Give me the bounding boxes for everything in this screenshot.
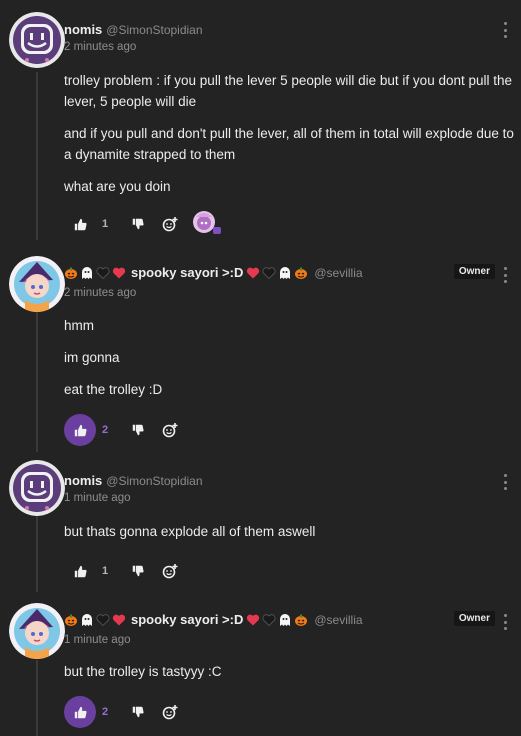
ghost-icon (82, 613, 92, 626)
red-heart-icon (112, 614, 126, 625)
author-row: spooky sayori >:D @sevillia (64, 612, 363, 627)
ghost-icon (280, 266, 291, 279)
dislike-button[interactable] (122, 414, 154, 446)
red-heart-icon (247, 267, 260, 278)
comment-actions: 2 (64, 413, 186, 447)
ghost-icon (280, 613, 291, 626)
pumpkin-icon (295, 267, 308, 279)
kebab-menu-icon[interactable] (502, 614, 508, 630)
thumbs-down-icon (132, 706, 144, 718)
comment-paragraph: what are you doin (64, 179, 171, 194)
black-heart-icon (96, 613, 110, 626)
comment-paragraph: but thats gonna explode all of them aswe… (64, 524, 316, 539)
comment-actions: 1 (64, 207, 224, 241)
add-reaction-button[interactable] (154, 208, 186, 240)
author-handle: @sevillia (314, 612, 363, 627)
thumbs-down-icon (132, 565, 144, 577)
thumbs-up-icon (74, 706, 87, 718)
comment-paragraph: hmm (64, 318, 94, 333)
add-reaction-icon (162, 564, 178, 579)
like-count: 1 (102, 565, 109, 577)
comment-body: but the trolley is tastyyy :C (64, 661, 514, 693)
thumbs-down-icon (132, 424, 144, 436)
add-reaction-button[interactable] (154, 414, 186, 446)
like-count: 1 (102, 218, 109, 230)
black-heart-icon (262, 613, 276, 626)
author-name[interactable]: nomis (64, 473, 102, 488)
red-heart-icon (247, 614, 260, 625)
pumpkin-icon (65, 614, 77, 626)
timestamp: 1 minute ago (64, 492, 131, 504)
comment-paragraph: eat the trolley :D (64, 382, 163, 397)
dislike-button[interactable] (122, 696, 154, 728)
like-count: 2 (102, 706, 109, 718)
owner-badge: Owner (453, 611, 495, 626)
author-row: nomis @SimonStopidian (64, 473, 203, 488)
black-heart-icon (96, 266, 110, 279)
comment-paragraph: im gonna (64, 350, 120, 365)
like-button[interactable] (64, 555, 96, 587)
comment: nomis @SimonStopidian 1 minute ago but t… (0, 454, 521, 599)
dislike-button[interactable] (122, 208, 154, 240)
thumbs-up-icon (74, 424, 87, 436)
author-handle: @sevillia (314, 265, 363, 280)
thumbs-down-icon (132, 218, 144, 230)
black-heart-icon (262, 266, 276, 279)
comment-paragraph: and if you pull and don't pull the lever… (64, 126, 514, 162)
comment: spooky sayori >:D @sevillia Owner 1 minu… (0, 599, 521, 736)
avatar[interactable] (9, 603, 65, 659)
comment-paragraph: trolley problem : if you pull the lever … (64, 73, 513, 109)
kebab-menu-icon[interactable] (502, 22, 508, 38)
comment-body: hmm im gonna eat the trolley :D (64, 315, 514, 411)
red-heart-icon (112, 267, 126, 278)
author-name[interactable]: spooky sayori >:D (131, 612, 243, 627)
comment-actions: 1 (64, 554, 186, 588)
add-reaction-icon (162, 705, 178, 720)
like-button[interactable] (64, 208, 96, 240)
author-row: nomis @SimonStopidian (64, 22, 203, 37)
like-button[interactable] (64, 696, 96, 728)
thumbs-up-icon (74, 218, 87, 230)
ghost-icon (82, 266, 92, 279)
comment-paragraph: but the trolley is tastyyy :C (64, 664, 222, 679)
comment: nomis @SimonStopidian 2 minutes ago trol… (0, 0, 521, 248)
author-handle: @SimonStopidian (106, 22, 203, 37)
like-count: 2 (102, 424, 109, 436)
kebab-menu-icon[interactable] (502, 267, 508, 283)
add-reaction-icon (162, 423, 178, 438)
comment: spooky sayori >:D @sevillia Owner 2 minu… (0, 248, 521, 454)
add-reaction-icon (162, 217, 178, 232)
author-name[interactable]: nomis (64, 22, 102, 37)
like-button[interactable] (64, 414, 96, 446)
owner-badge: Owner (453, 264, 495, 279)
author-name[interactable]: spooky sayori >:D (131, 265, 243, 280)
comment-body: but thats gonna explode all of them aswe… (64, 521, 514, 553)
author-handle: @SimonStopidian (106, 473, 203, 488)
thumbs-up-icon (74, 565, 87, 577)
timestamp: 2 minutes ago (64, 287, 137, 299)
reactor-avatar[interactable] (190, 209, 224, 239)
pumpkin-icon (295, 614, 308, 626)
pumpkin-icon (65, 267, 77, 279)
avatar[interactable] (9, 460, 65, 516)
timestamp: 1 minute ago (64, 634, 131, 646)
comment-actions: 2 (64, 695, 186, 729)
avatar[interactable] (9, 12, 65, 68)
add-reaction-button[interactable] (154, 696, 186, 728)
comment-body: trolley problem : if you pull the lever … (64, 70, 514, 208)
avatar[interactable] (9, 256, 65, 312)
dislike-button[interactable] (122, 555, 154, 587)
kebab-menu-icon[interactable] (502, 474, 508, 490)
timestamp: 2 minutes ago (64, 41, 137, 53)
author-row: spooky sayori >:D @sevillia (64, 265, 363, 280)
add-reaction-button[interactable] (154, 555, 186, 587)
